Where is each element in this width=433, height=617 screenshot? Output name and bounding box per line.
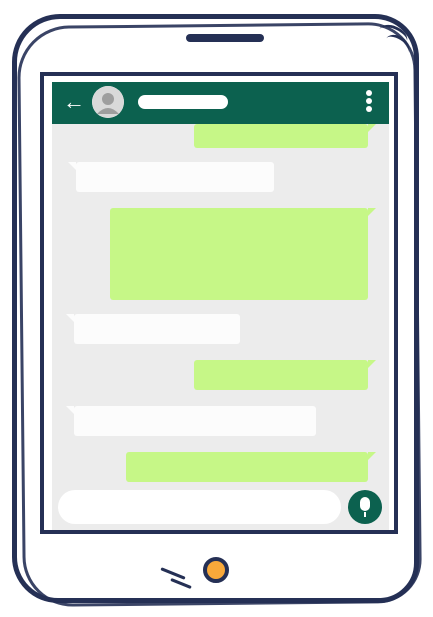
phone-speaker xyxy=(186,34,264,42)
incoming-message-bubble[interactable] xyxy=(66,406,316,436)
outgoing-message-bubble[interactable] xyxy=(110,208,376,300)
outgoing-message-bubble[interactable] xyxy=(194,124,376,148)
outgoing-message-bubble[interactable] xyxy=(194,360,376,390)
mic-button[interactable] xyxy=(348,490,382,524)
message-input-bar xyxy=(52,486,389,530)
incoming-message-bubble[interactable] xyxy=(68,162,274,192)
home-button[interactable] xyxy=(203,557,229,583)
contact-name[interactable] xyxy=(138,95,228,109)
phone-screen: ← xyxy=(40,72,398,534)
incoming-message-bubble[interactable] xyxy=(66,314,240,344)
chat-message-area[interactable] xyxy=(52,124,389,486)
outgoing-message-bubble[interactable] xyxy=(126,452,376,482)
mic-icon xyxy=(360,497,370,517)
more-vert-icon[interactable] xyxy=(364,88,374,118)
default-avatar-icon[interactable] xyxy=(92,86,124,118)
message-input[interactable] xyxy=(58,490,341,524)
chat-app-bar: ← xyxy=(52,82,389,124)
arrow-left-icon[interactable]: ← xyxy=(62,90,86,114)
